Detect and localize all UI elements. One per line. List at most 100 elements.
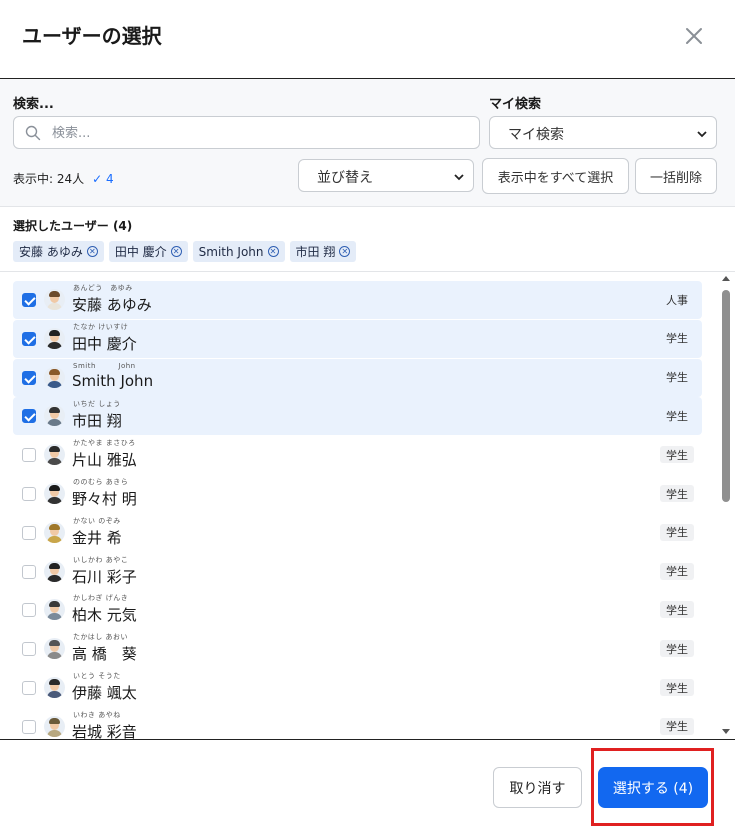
user-name: 金井 希	[72, 528, 122, 547]
user-name: 野々村 明	[72, 490, 137, 508]
avatar	[44, 560, 65, 582]
scroll-down-arrow-icon[interactable]	[722, 729, 730, 734]
user-row[interactable]: ののむら あきら 野々村 明 学生	[13, 475, 702, 513]
scrollbar-thumb[interactable]	[722, 290, 730, 502]
user-checkbox[interactable]	[22, 525, 36, 540]
user-row[interactable]: かしわぎ げんき柏木 元気 学生	[13, 591, 702, 629]
chip-label: Smith John	[198, 244, 264, 259]
remove-icon[interactable]: ✕	[339, 246, 351, 257]
result-count: 表示中: 24人 ✓ 4	[13, 170, 114, 187]
user-checkbox[interactable]	[22, 409, 36, 424]
chevron-down-icon	[454, 174, 464, 181]
user-role-tag: 学生	[666, 409, 688, 423]
remove-icon[interactable]: ✕	[267, 246, 279, 257]
user-name: 田中 慶介	[72, 334, 137, 353]
avatar	[44, 677, 65, 698]
user-checkbox[interactable]	[22, 681, 36, 695]
cancel-button[interactable]: 取り消す	[493, 767, 582, 808]
user-row[interactable]: Smith John Smith John 学生	[13, 358, 702, 397]
user-checkbox[interactable]	[22, 603, 36, 618]
sort-select[interactable]: 並び替え	[298, 159, 474, 192]
avatar	[44, 444, 65, 466]
user-row[interactable]: たかはし あおい高 橋 葵 学生	[13, 630, 702, 668]
user-row[interactable]: あんどう あゆみ 安藤 あゆみ 人事	[13, 281, 702, 319]
scroll-up-arrow-icon[interactable]	[722, 276, 730, 281]
user-role-tag: 学生	[660, 640, 694, 658]
user-role-tag: 学生	[660, 446, 694, 464]
avatar	[44, 327, 65, 349]
bulk-delete-button[interactable]: 一括削除	[635, 158, 717, 194]
user-checkbox[interactable]	[22, 293, 36, 307]
user-role-tag: 学生	[660, 523, 694, 541]
user-name-ruby: いしかわ あやこ	[73, 555, 129, 564]
user-checkbox[interactable]	[22, 564, 36, 579]
user-row[interactable]: いとう そうた伊藤 颯太 学生	[13, 669, 702, 707]
selected-chips: 安藤 あゆみ ✕ 田中 慶介 ✕ Smith John ✕ 市田 翔 ✕	[13, 241, 357, 262]
user-name: 伊藤 颯太	[72, 684, 137, 702]
search-label: 検索...	[13, 97, 54, 112]
confirm-select-button[interactable]: 選択する (4)	[598, 767, 708, 808]
dialog-header: ユーザーの選択	[0, 0, 735, 79]
user-name-ruby: ののむら あきら	[73, 478, 129, 486]
user-name-ruby: Smith John	[73, 361, 136, 370]
user-name-ruby: いわき あやね	[73, 710, 121, 719]
avatar	[44, 715, 65, 737]
user-checkbox[interactable]	[22, 487, 36, 501]
filter-panel: 検索... マイ検索 マイ検索 表示中: 24人 ✓ 4 並び替え 表示中をすべて…	[0, 79, 735, 207]
user-checkbox[interactable]	[22, 331, 36, 346]
user-checkbox[interactable]	[22, 719, 36, 734]
user-row[interactable]: かない のぞみ金井 希 学生	[13, 514, 702, 552]
select-all-button[interactable]: 表示中をすべて選択	[482, 158, 629, 194]
user-role-tag: 学生	[660, 562, 694, 580]
user-role-tag: 学生	[666, 332, 688, 346]
count-text: 表示中: 24人	[13, 172, 85, 186]
user-name-ruby: いちだ しょう	[73, 400, 121, 409]
avatar	[44, 366, 65, 388]
user-row[interactable]: いわき あやね 岩城 彩音 学生	[13, 708, 702, 739]
avatar	[44, 599, 65, 621]
user-checkbox[interactable]	[22, 642, 36, 657]
user-checkbox[interactable]	[22, 370, 36, 385]
selected-users-panel: 選択したユーザー (4) 安藤 あゆみ ✕ 田中 慶介 ✕ Smith John ✕ …	[0, 207, 735, 272]
user-name: 高 橋 葵	[72, 645, 137, 664]
dialog-title: ユーザーの選択	[22, 24, 162, 48]
user-name: 石川 彩子	[72, 567, 137, 586]
my-search-value: マイ検索	[508, 127, 564, 143]
selected-chip: 安藤 あゆみ ✕	[13, 241, 104, 262]
my-search-select[interactable]: マイ検索	[489, 116, 717, 149]
avatar	[44, 405, 65, 427]
user-row[interactable]: いしかわ あやこ石川 彩子 学生	[13, 553, 702, 591]
user-role-tag: 学生	[660, 601, 694, 619]
selected-chip: 田中 慶介 ✕	[108, 241, 188, 262]
selected-users-label: 選択したユーザー (4)	[13, 219, 133, 233]
search-field[interactable]	[13, 116, 480, 149]
avatar	[44, 483, 65, 504]
avatar	[44, 638, 65, 660]
avatar	[44, 521, 65, 543]
chip-label: 安藤 あゆみ	[19, 245, 83, 259]
user-name-ruby: あんどう あゆみ	[73, 284, 133, 292]
user-name: 岩城 彩音	[72, 722, 137, 739]
user-name: 市田 翔	[72, 412, 122, 431]
user-role-tag: 学生	[660, 679, 694, 696]
user-name: 片山 雅弘	[72, 451, 137, 470]
user-name-ruby: かない のぞみ	[73, 516, 121, 525]
user-row[interactable]: かたやま まさひろ 片山 雅弘 学生	[13, 436, 702, 474]
user-row[interactable]: いちだ しょう市田 翔 学生	[13, 397, 702, 436]
sort-value: 並び替え	[317, 170, 373, 186]
remove-icon[interactable]: ✕	[170, 246, 182, 257]
user-list: あんどう あゆみ 安藤 あゆみ 人事 たなか けいすけ 田中 慶介 学生 Smith Joh…	[0, 272, 735, 739]
close-icon[interactable]	[680, 22, 708, 50]
chip-label: 田中 慶介	[114, 245, 167, 259]
user-name: 柏木 元気	[72, 606, 137, 625]
search-input[interactable]	[52, 121, 472, 145]
user-checkbox[interactable]	[22, 448, 36, 463]
selected-chip: Smith John ✕	[192, 241, 285, 262]
chip-label: 市田 翔	[295, 245, 336, 259]
search-icon	[25, 125, 41, 141]
user-name-ruby: いとう そうた	[73, 672, 121, 680]
user-row[interactable]: たなか けいすけ 田中 慶介 学生	[13, 319, 702, 358]
remove-icon[interactable]: ✕	[86, 246, 98, 257]
avatar	[44, 289, 65, 310]
user-name-ruby: かしわぎ げんき	[73, 594, 129, 603]
